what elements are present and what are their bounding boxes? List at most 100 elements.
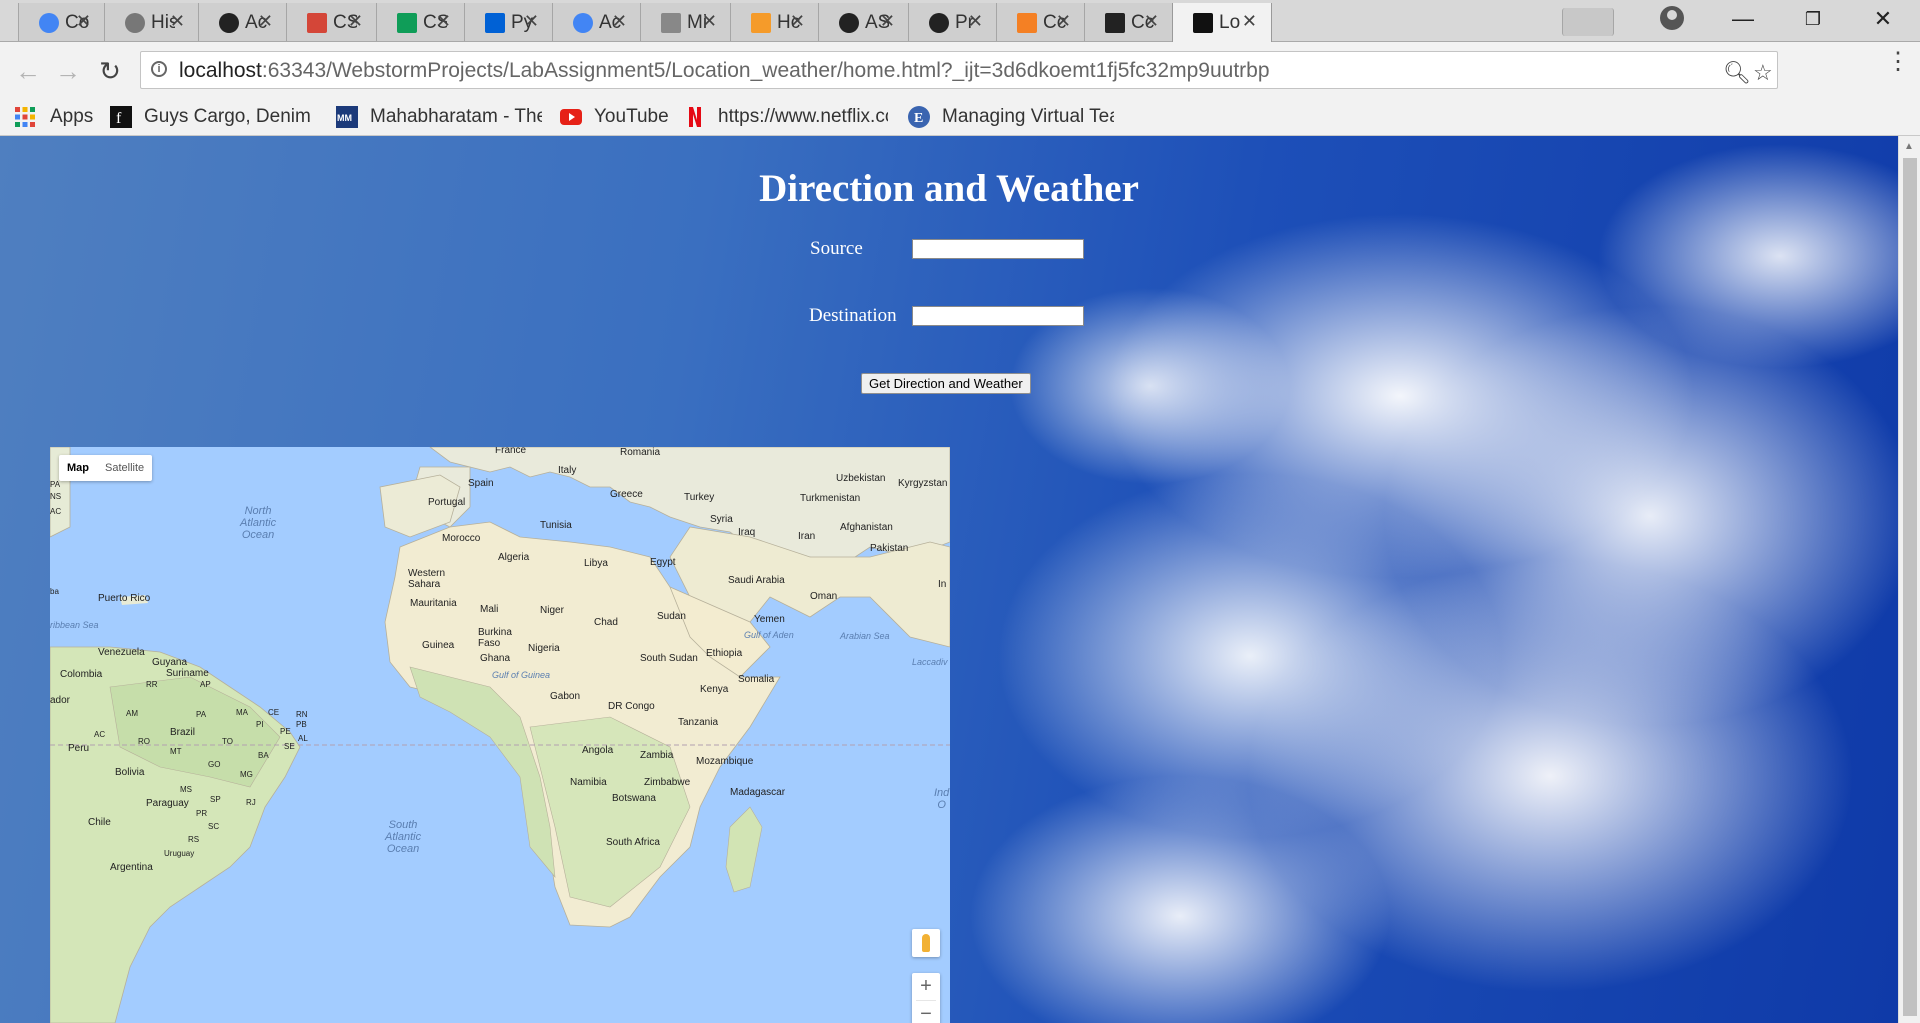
- bookmark-netflix[interactable]: https://www.netflix.cc: [684, 105, 890, 129]
- browser-tab[interactable]: Mi ✕: [640, 3, 732, 41]
- chrome-icon: [39, 13, 59, 33]
- github-icon: [219, 13, 239, 33]
- close-window-icon[interactable]: ✕: [1860, 6, 1906, 32]
- bookmark-star-icon[interactable]: ☆: [1753, 60, 1773, 86]
- bookmark-apps[interactable]: Apps: [14, 105, 94, 129]
- address-bar[interactable]: i localhost:63343/WebstormProjects/LabAs…: [140, 51, 1778, 89]
- chrome-menu-icon[interactable]: ⋮: [1886, 50, 1910, 74]
- map-label-namibia: Namibia: [570, 777, 607, 788]
- map-label-ghana: Ghana: [480, 653, 511, 664]
- map-label-south-africa: South Africa: [606, 837, 660, 848]
- url-text[interactable]: localhost:63343/WebstormProjects/LabAssi…: [179, 59, 1270, 83]
- minimize-icon[interactable]: —: [1720, 6, 1766, 32]
- map-label-dr-congo: DR Congo: [608, 701, 655, 712]
- map-label-burkina-faso: Burkina Faso: [478, 627, 512, 649]
- bookmark-guys-cargo[interactable]: f Guys Cargo, Denim &: [110, 105, 320, 129]
- source-input[interactable]: [912, 239, 1084, 259]
- site-info-icon[interactable]: i: [151, 61, 167, 77]
- box-icon: [485, 13, 505, 33]
- map-label-sp: SP: [210, 795, 221, 804]
- map-type-satellite-button[interactable]: Satellite: [97, 455, 152, 481]
- tab-close-icon[interactable]: ✕: [880, 11, 895, 32]
- map-label-guyana: Guyana: [152, 657, 188, 668]
- zoom-out-button[interactable]: −: [912, 1001, 940, 1023]
- map-type-control[interactable]: Map Satellite: [59, 455, 153, 481]
- get-direction-weather-button[interactable]: Get Direction and Weather: [861, 373, 1031, 394]
- forward-icon[interactable]: →: [52, 56, 84, 87]
- bookmark-managing-virtual-teams[interactable]: E Managing Virtual Tea: [908, 105, 1118, 129]
- restore-icon[interactable]: ❐: [1790, 9, 1836, 30]
- map-label-ac-left: AC: [50, 507, 62, 516]
- browser-tab[interactable]: CS ✕: [286, 3, 378, 41]
- browser-tab[interactable]: Ac ✕: [198, 3, 288, 41]
- browser-tab[interactable]: Cc ✕: [996, 3, 1086, 41]
- browser-tab[interactable]: Co ✕: [18, 3, 106, 41]
- destination-input[interactable]: [912, 306, 1084, 326]
- scroll-up-icon[interactable]: ▲: [1904, 141, 1914, 152]
- browser-tab[interactable]: Pr ✕: [908, 3, 998, 41]
- map-label-saudi-arabia: Saudi Arabia: [728, 575, 785, 586]
- tab-close-icon[interactable]: ✕: [1144, 11, 1159, 32]
- new-tab-button[interactable]: [1562, 8, 1614, 36]
- tab-close-icon[interactable]: ✕: [968, 11, 983, 32]
- map-type-map-button[interactable]: Map: [59, 455, 97, 481]
- map-label-ap: AP: [200, 680, 211, 689]
- browser-tab[interactable]: Lo ✕: [1172, 3, 1272, 42]
- map-label-kenya: Kenya: [700, 684, 729, 695]
- tab-close-icon[interactable]: ✕: [790, 11, 805, 32]
- tab-close-icon[interactable]: ✕: [348, 11, 363, 32]
- tab-close-icon[interactable]: ✕: [702, 11, 717, 32]
- tab-close-icon[interactable]: ✕: [1056, 11, 1071, 32]
- browser-tab[interactable]: Ac ✕: [552, 3, 642, 41]
- browser-tab[interactable]: Py ✕: [464, 3, 554, 41]
- reload-icon[interactable]: ↻: [94, 56, 126, 87]
- page-scrollbar[interactable]: ▲: [1898, 136, 1920, 1023]
- map-label-italy: Italy: [558, 465, 577, 476]
- tab-close-icon[interactable]: ✕: [76, 11, 91, 32]
- bookmark-youtube[interactable]: YouTube: [560, 105, 680, 129]
- browser-tab[interactable]: Hc ✕: [730, 3, 820, 41]
- map-label-portugal: Portugal: [428, 497, 466, 508]
- back-icon[interactable]: ←: [12, 56, 44, 87]
- tab-strip: Co ✕ His ✕ Ac ✕ CS ✕ CS ✕ Py ✕ Ac ✕ Mi ✕ Hc ✕ AS ✕ Pr ✕ Cc ✕ Cc ✕…: [0, 0, 1920, 42]
- street-view-pegman-icon[interactable]: [912, 929, 940, 957]
- tab-close-icon[interactable]: ✕: [258, 11, 273, 32]
- map-label-paraguay: Paraguay: [146, 798, 189, 809]
- map-label-venezuela: Venezuela: [98, 647, 145, 658]
- map-label-ro: RO: [138, 737, 150, 746]
- browser-tab[interactable]: His ✕: [104, 3, 200, 41]
- map-label-ac: AC: [94, 730, 106, 739]
- browser-tab[interactable]: CS ✕: [376, 3, 466, 41]
- map-label-libya: Libya: [584, 558, 608, 569]
- map-label-mali: Mali: [480, 604, 499, 615]
- zoom-magnifier-icon[interactable]: 🔍︎: [1723, 60, 1751, 86]
- browser-tab[interactable]: Cc ✕: [1084, 3, 1174, 41]
- map-label-guinea: Guinea: [422, 640, 455, 651]
- map-label-go: GO: [208, 760, 221, 769]
- map-label-laccadive: Laccadiv: [912, 657, 948, 667]
- map-label-caribbean-sea: ribbean Sea: [50, 620, 99, 630]
- map-label-sudan: Sudan: [657, 611, 686, 622]
- map-label-turkey: Turkey: [684, 492, 715, 503]
- sheets-icon: [397, 13, 417, 33]
- map-label-france: France: [495, 447, 527, 456]
- browser-tab[interactable]: AS ✕: [818, 3, 910, 41]
- scrollbar-thumb[interactable]: [1903, 158, 1917, 1016]
- google-map[interactable]: Map Satellite France Romania Italy Spain Port…: [50, 447, 950, 1023]
- profile-icon[interactable]: [1660, 6, 1684, 30]
- map-label-niger: Niger: [540, 605, 564, 616]
- tab-close-icon[interactable]: ✕: [524, 11, 539, 32]
- map-label-pa-left: PA: [50, 480, 61, 489]
- apps-grid-icon: [15, 107, 35, 127]
- map-label-sc: SC: [208, 822, 220, 831]
- tab-close-icon[interactable]: ✕: [170, 11, 185, 32]
- zoom-in-button[interactable]: +: [912, 973, 940, 1000]
- tab-close-icon[interactable]: ✕: [1242, 11, 1257, 32]
- youtube-icon: [560, 109, 582, 125]
- tab-close-icon[interactable]: ✕: [436, 11, 451, 32]
- map-label-uruguay: Uruguay: [164, 849, 195, 858]
- tab-close-icon[interactable]: ✕: [612, 11, 627, 32]
- map-label-arabian-sea: Arabian Sea: [840, 631, 890, 641]
- map-label-ma: MA: [236, 708, 248, 717]
- bookmark-mahabharatam[interactable]: MM Mahabharatam - The: [336, 105, 546, 129]
